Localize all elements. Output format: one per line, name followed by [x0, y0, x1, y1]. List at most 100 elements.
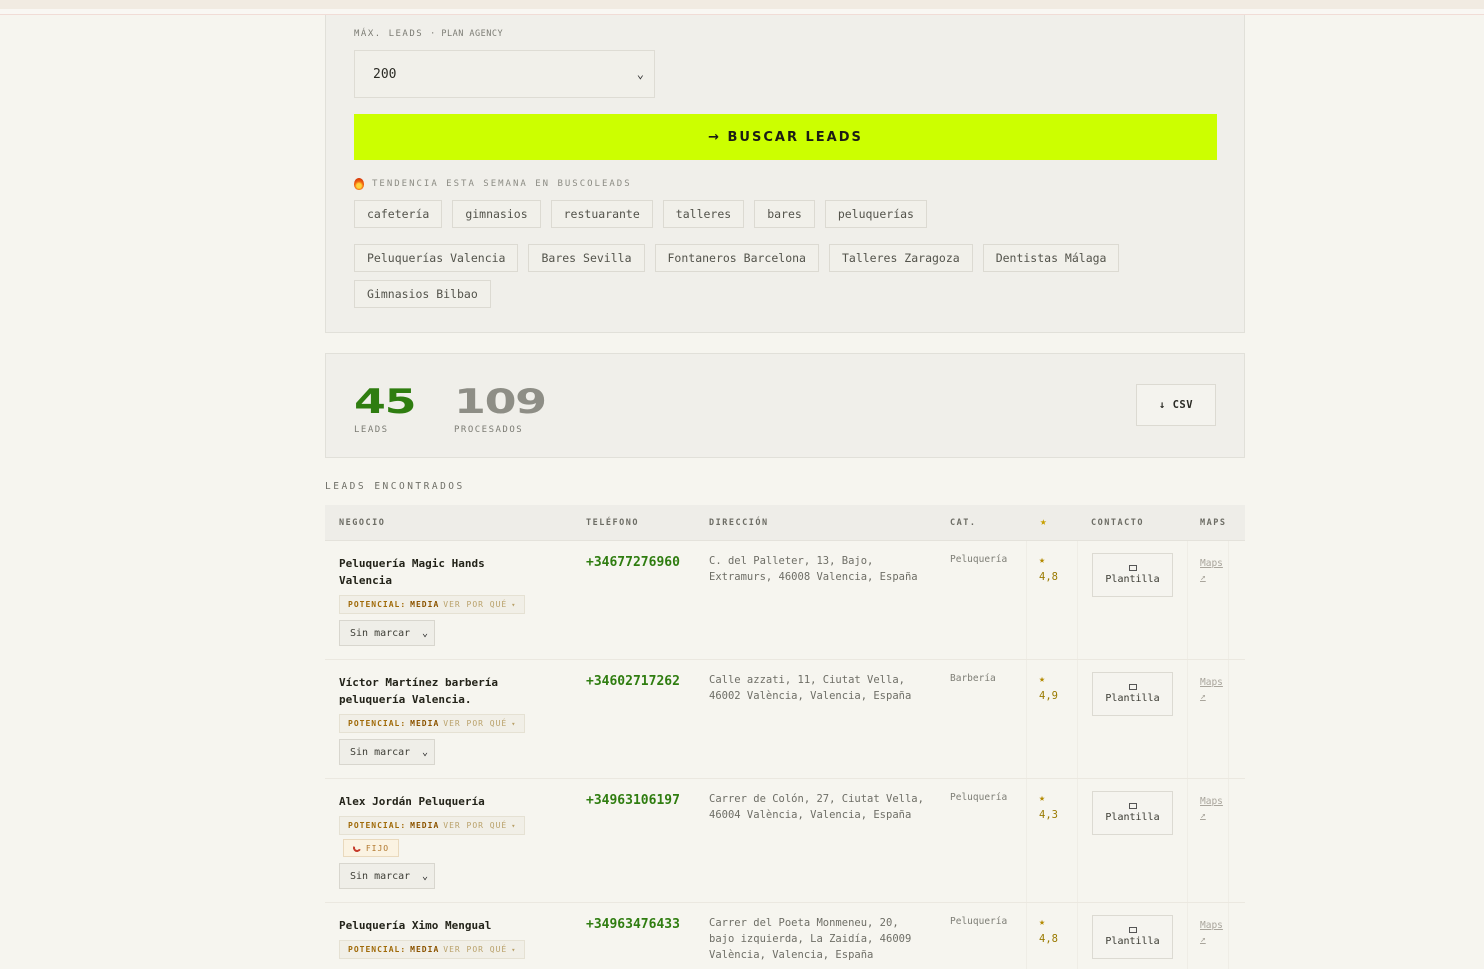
trending-chip[interactable]: Peluquerías Valencia — [354, 244, 519, 272]
column-header-negocio[interactable]: NEGOCIO — [339, 518, 385, 528]
rating: ★ 4,8 — [1039, 915, 1058, 947]
trending-header: TENDENCIA ESTA SEMANA EN BUSCOLEADS — [354, 178, 632, 190]
external-link-icon: ↗ — [1200, 691, 1206, 702]
address: Carrer del Poeta Monmeneu, 20, bajo izqu… — [709, 917, 912, 961]
envelope-icon — [1128, 565, 1137, 571]
csv-download-button[interactable]: ↓ CSV — [1136, 384, 1216, 426]
trending-chip[interactable]: gimnasios — [452, 200, 541, 228]
trending-chip[interactable]: talleres — [662, 200, 745, 228]
template-button[interactable]: Plantilla — [1092, 915, 1173, 959]
column-header-direccion[interactable]: DIRECCIÓN — [709, 518, 769, 528]
leads-caption: LEADS — [354, 425, 389, 435]
max-leads-select[interactable]: 200 ⌄ — [354, 50, 655, 98]
table-row: Víctor Martínez barbería peluquería Vale… — [325, 660, 1245, 779]
phone-link[interactable]: +34677276960 — [586, 555, 680, 570]
potential-badge[interactable]: POTENCIAL: MEDIA VER POR QUÉ ▾ — [339, 816, 526, 835]
table-row: Peluquería Magic Hands Valencia POTENCIA… — [325, 541, 1245, 660]
rating: ★ 4,8 — [1039, 553, 1058, 585]
rating-value: 4,3 — [1039, 809, 1058, 821]
chevron-down-icon: ▾ — [511, 821, 517, 830]
potential-badge[interactable]: POTENCIAL: MEDIA VER POR QUÉ ▾ — [339, 940, 526, 959]
trending-chip[interactable]: bares — [754, 200, 815, 228]
maps-link[interactable]: Maps ↗ — [1200, 676, 1223, 704]
trending-chip[interactable]: Gimnasios Bilbao — [354, 280, 491, 308]
processed-count: 109 — [454, 382, 547, 422]
maps-link[interactable]: Maps ↗ — [1200, 919, 1223, 947]
trending-chip[interactable]: Dentistas Málaga — [982, 244, 1120, 272]
processed-caption: PROCESADOS — [454, 425, 524, 435]
business-name: Peluquería Magic Hands Valencia — [339, 557, 485, 587]
mark-status-select[interactable]: Sin marcar ⌄ — [339, 863, 435, 889]
rating: ★ 4,9 — [1039, 672, 1058, 704]
trending-chips-row-1: cafetería gimnasios restuarante talleres… — [354, 200, 927, 228]
external-link-icon: ↗ — [1200, 572, 1206, 583]
search-panel: MÁX. LEADS · PLAN AGENCY 200 ⌄ → BUSCAR … — [325, 15, 1245, 333]
rating-value: 4,8 — [1039, 933, 1058, 945]
stats-panel: 45 LEADS 109 PROCESADOS ↓ CSV — [325, 353, 1245, 458]
trending-title: TENDENCIA ESTA SEMANA EN BUSCOLEADS — [372, 179, 632, 189]
trending-chip[interactable]: peluquerías — [824, 200, 927, 228]
leads-stat: 45 LEADS — [354, 382, 417, 435]
chevron-down-icon: ⌄ — [421, 628, 428, 639]
external-link-icon: ↗ — [1200, 934, 1206, 945]
table-row: Peluquería Ximo Mengual POTENCIAL: MEDIA… — [325, 903, 1245, 969]
envelope-icon — [1128, 927, 1137, 933]
template-button[interactable]: Plantilla — [1092, 672, 1173, 716]
potential-badge[interactable]: POTENCIAL: MEDIA VER POR QUÉ ▾ — [339, 595, 526, 614]
leads-count: 45 — [354, 382, 417, 422]
maps-link[interactable]: Maps ↗ — [1200, 557, 1223, 585]
column-header-contacto[interactable]: CONTACTO — [1091, 518, 1144, 528]
trending-chip[interactable]: Fontaneros Barcelona — [654, 244, 819, 272]
search-leads-button[interactable]: → BUSCAR LEADS — [354, 114, 1217, 160]
column-header-cat[interactable]: CAT. — [950, 518, 976, 528]
potential-badge[interactable]: POTENCIAL: MEDIA VER POR QUÉ ▾ — [339, 714, 526, 733]
column-header-maps[interactable]: MAPS — [1200, 518, 1226, 528]
phone-link[interactable]: +34963106197 — [586, 793, 680, 808]
trending-chip[interactable]: Bares Sevilla — [528, 244, 645, 272]
star-icon: ★ — [1039, 793, 1046, 804]
template-button[interactable]: Plantilla — [1092, 553, 1173, 597]
external-link-icon: ↗ — [1200, 810, 1206, 821]
table-row: Alex Jordán Peluquería POTENCIAL: MEDIA … — [325, 779, 1245, 903]
chevron-down-icon: ⌄ — [421, 871, 428, 882]
template-button[interactable]: Plantilla — [1092, 791, 1173, 835]
envelope-icon — [1128, 803, 1137, 809]
column-header-telefono[interactable]: TELÉFONO — [586, 518, 639, 528]
maps-link[interactable]: Maps ↗ — [1200, 795, 1223, 823]
category: Peluquería — [950, 792, 1008, 803]
chevron-down-icon: ⌄ — [421, 747, 428, 758]
phone-link[interactable]: +34963476433 — [586, 917, 680, 932]
max-leads-value: 200 — [373, 66, 397, 82]
rating-value: 4,9 — [1039, 690, 1058, 702]
phone-link[interactable]: +34602717262 — [586, 674, 680, 689]
star-icon: ★ — [1039, 674, 1046, 685]
star-icon: ★ — [1039, 917, 1046, 928]
max-leads-label: MÁX. LEADS · PLAN AGENCY — [354, 29, 504, 39]
top-bar — [0, 0, 1484, 9]
rating: ★ 4,3 — [1039, 791, 1058, 823]
star-icon[interactable]: ★ — [1040, 515, 1048, 528]
category: Peluquería — [950, 554, 1008, 565]
envelope-icon — [1128, 684, 1137, 690]
category: Peluquería — [950, 916, 1008, 927]
results-title: LEADS ENCONTRADOS — [325, 481, 465, 492]
trending-chip[interactable]: Talleres Zaragoza — [828, 244, 973, 272]
address: Calle azzati, 11, Ciutat Vella, 46002 Va… — [709, 674, 912, 702]
fire-icon — [354, 178, 364, 190]
category: Barbería — [950, 673, 996, 684]
chevron-down-icon: ⌄ — [636, 67, 644, 81]
plan-label: · PLAN AGENCY — [430, 29, 504, 39]
table-header: NEGOCIO TELÉFONO DIRECCIÓN CAT. ★ CONTAC… — [325, 505, 1245, 541]
trending-chip[interactable]: cafetería — [354, 200, 443, 228]
mark-status-select[interactable]: Sin marcar ⌄ — [339, 620, 435, 646]
chevron-down-icon: ▾ — [511, 719, 517, 728]
trending-chips-row-3: Gimnasios Bilbao — [354, 280, 491, 308]
trending-chip[interactable]: restuarante — [550, 200, 653, 228]
trending-chips-row-2: Peluquerías Valencia Bares Sevilla Fonta… — [354, 244, 1120, 272]
rating-value: 4,8 — [1039, 571, 1058, 583]
business-name: Alex Jordán Peluquería — [339, 795, 485, 808]
leads-table: NEGOCIO TELÉFONO DIRECCIÓN CAT. ★ CONTAC… — [325, 505, 1245, 969]
phone-icon — [351, 842, 362, 854]
mark-status-select[interactable]: Sin marcar ⌄ — [339, 739, 435, 765]
star-icon: ★ — [1039, 555, 1046, 566]
